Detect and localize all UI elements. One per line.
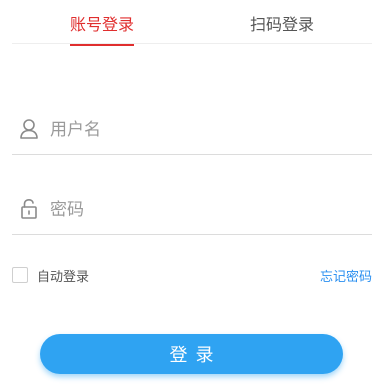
user-icon [19,118,39,140]
login-tabs: 账号登录 扫码登录 [12,0,372,46]
tab-qr-login[interactable]: 扫码登录 [250,14,314,36]
login-panel: 账号登录 扫码登录 自动登录 忘记密码 登录 [0,0,381,392]
forgot-password-link[interactable]: 忘记密码 [320,266,372,285]
lock-icon [19,198,39,220]
active-tab-underline [70,44,135,46]
username-input[interactable] [50,114,350,146]
auto-login-checkbox[interactable] [12,267,28,283]
login-button[interactable]: 登录 [40,334,343,374]
password-field [12,194,372,235]
login-button-label: 登录 [169,345,222,366]
tab-qr-login-label: 扫码登录 [250,15,315,34]
auto-login-label: 自动登录 [37,269,90,285]
password-input[interactable] [50,194,350,226]
auto-login-row: 自动登录 [12,266,90,285]
tab-account-login[interactable]: 账号登录 [70,14,135,46]
username-field [12,114,372,155]
tab-account-login-label: 账号登录 [70,15,135,34]
